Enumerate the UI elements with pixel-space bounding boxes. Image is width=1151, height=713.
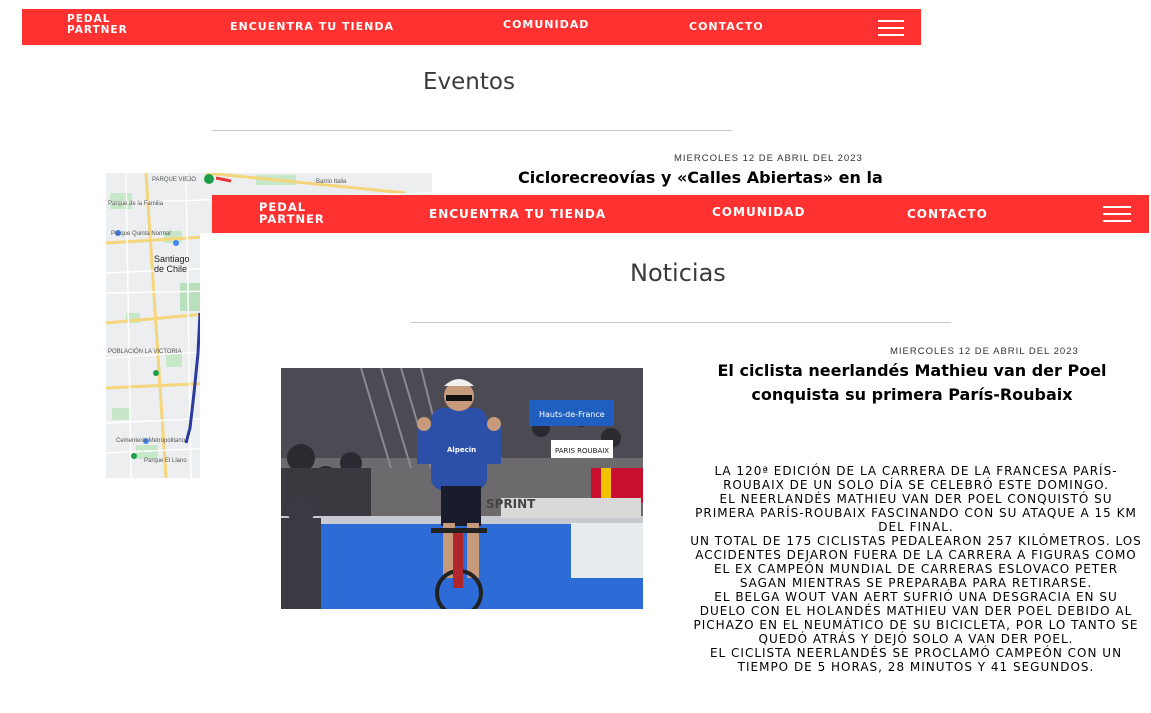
news-paragraph: El ciclista neerlandés se proclamó campe… [709, 646, 1123, 674]
news-body: La 120ª edición de la carrera de la fran… [690, 464, 1142, 674]
jersey-text: Alpecin [447, 446, 476, 454]
map-label: Parque El Llano [144, 458, 187, 464]
nav-link-find-store[interactable]: ENCUENTRA TU TIENDA [429, 207, 606, 221]
top-navbar-news: PEDAL PARTNER ENCUENTRA TU TIENDA COMUNI… [212, 195, 1149, 233]
banner-text: Hauts-de-France [539, 410, 605, 419]
news-headline[interactable]: El ciclista neerlandés Mathieu van der P… [712, 359, 1112, 407]
nav-link-find-store[interactable]: ENCUENTRA TU TIENDA [230, 20, 394, 33]
map-label: Cementerio Metropolitano [116, 438, 186, 444]
cyclist-photo-graphic: Hauts-de-France PARIS ROUBAIX SPRINT Alp… [281, 368, 643, 609]
map-label: Parque Quinta Normal [111, 231, 171, 237]
map-label: Barrio Italia [316, 179, 347, 185]
news-date: MIERCOLES 12 DE ABRIL DEL 2023 [890, 346, 1079, 357]
brand-logo[interactable]: PEDAL PARTNER [67, 13, 128, 37]
brand-line-2: PARTNER [259, 212, 325, 227]
event-headline[interactable]: Ciclorecreovías y «Calles Abiertas» en l… [518, 168, 883, 187]
map-label: Parque de la Familia [108, 201, 164, 207]
news-paragraph: El neerlandés Mathieu van der Poel conqu… [695, 492, 1137, 534]
map-label: PARQUE VIEJO [152, 177, 196, 183]
event-date: MIERCOLES 12 DE ABRIL DEL 2023 [674, 153, 863, 164]
divider [411, 322, 951, 323]
hamburger-menu-icon[interactable] [878, 20, 904, 41]
news-photo[interactable]: Hauts-de-France PARIS ROUBAIX SPRINT Alp… [281, 368, 643, 609]
hamburger-menu-icon[interactable] [1103, 206, 1131, 227]
map-city-label: Santiago de Chile [154, 254, 190, 274]
nav-link-contact[interactable]: CONTACTO [689, 20, 764, 33]
brand-logo[interactable]: PEDAL PARTNER [259, 201, 325, 225]
divider [212, 130, 732, 131]
map-label: POBLACIÓN LA VICTORIA [108, 349, 182, 355]
nav-link-contact[interactable]: CONTACTO [907, 207, 988, 221]
top-navbar-events: PEDAL PARTNER ENCUENTRA TU TIENDA COMUNI… [22, 9, 921, 45]
sign-text: PARIS ROUBAIX [555, 447, 609, 455]
page-title-events: Eventos [423, 69, 515, 95]
nav-link-community[interactable]: COMUNIDAD [503, 18, 589, 31]
news-paragraph: Un total de 175 ciclistas pedalearon 257… [690, 534, 1142, 590]
nav-link-community[interactable]: COMUNIDAD [712, 205, 805, 219]
sponsor-text: SPRINT [486, 497, 536, 511]
news-paragraph: La 120ª edición de la carrera de la fran… [714, 464, 1118, 492]
news-paragraph: El belga Wout van Aert sufrió una desgra… [693, 590, 1139, 646]
brand-line-2: PARTNER [67, 24, 128, 37]
page-title-news: Noticias [630, 259, 726, 287]
